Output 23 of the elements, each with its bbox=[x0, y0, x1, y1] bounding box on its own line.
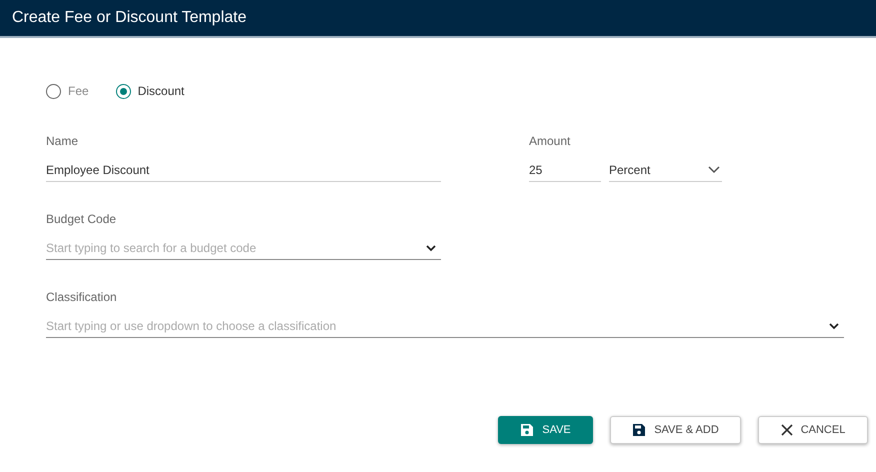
save-button[interactable]: SAVE & ADD bbox=[610, 416, 741, 444]
save-icon bbox=[632, 423, 646, 437]
field-label: Budget Code bbox=[46, 211, 118, 228]
field-label: Classification bbox=[46, 289, 118, 306]
save-button[interactable]: SAVE bbox=[498, 416, 593, 444]
field-label: Amount bbox=[529, 133, 572, 150]
window-title: Create Fee or Discount Template bbox=[0, 0, 876, 38]
radio-button[interactable] bbox=[116, 84, 131, 98]
chevron-down-icon bbox=[829, 323, 839, 330]
radio-label[interactable]: Discount bbox=[138, 82, 184, 100]
save-icon bbox=[520, 423, 534, 437]
chevron-down-icon bbox=[708, 166, 720, 174]
chevron-down-icon bbox=[426, 245, 436, 252]
budget-code-dropdown[interactable]: Start typing to search for a budget code bbox=[46, 240, 441, 260]
close-icon bbox=[780, 424, 793, 436]
name-field[interactable]: Employee Discount bbox=[46, 162, 441, 182]
unit-dropdown[interactable]: Percent bbox=[609, 162, 722, 182]
field-label: Name bbox=[46, 133, 80, 150]
classification-dropdown[interactable]: Start typing or use dropdown to choose a classification bbox=[46, 318, 844, 338]
cancel-button[interactable]: CANCEL bbox=[758, 416, 868, 444]
amount-field[interactable]: 25 bbox=[529, 162, 601, 182]
radio-label[interactable]: Fee bbox=[68, 82, 89, 100]
radio-button[interactable] bbox=[46, 84, 61, 98]
